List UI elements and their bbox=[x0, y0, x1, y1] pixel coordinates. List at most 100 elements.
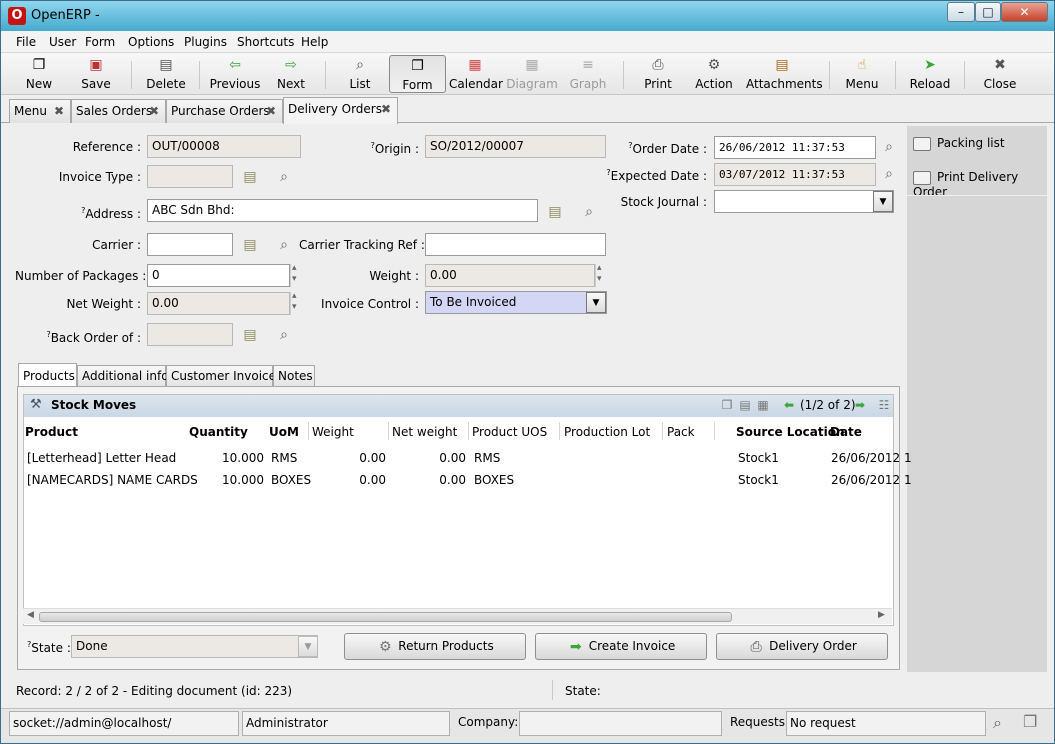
document-icon[interactable]: ❐ bbox=[1023, 712, 1037, 731]
menu-user[interactable]: User bbox=[49, 35, 76, 49]
arrow-right-icon[interactable]: ➡ bbox=[853, 398, 867, 412]
expected-date-field[interactable]: 03/07/2012 11:37:53 bbox=[714, 163, 876, 186]
column-header-source-location[interactable]: Source Location bbox=[736, 425, 845, 439]
attachments-button[interactable]: ▤ Attachments bbox=[746, 55, 823, 93]
net-weight-field[interactable]: 0.00 bbox=[147, 292, 290, 315]
scrollbar-thumb[interactable] bbox=[39, 612, 732, 622]
trash-icon[interactable]: ▦ bbox=[756, 398, 770, 412]
back-order-of-field[interactable] bbox=[147, 323, 233, 346]
stock-moves-header: ⚒ Stock Moves ❐ ▤ ▦ ⬅ (1/2 of 2) ➡ ☷ bbox=[24, 395, 893, 417]
column-header-product[interactable]: Product bbox=[25, 425, 78, 439]
tab-products[interactable]: Products bbox=[18, 363, 77, 386]
chevron-down-icon[interactable]: ▼ bbox=[873, 191, 893, 212]
scroll-right-arrow-icon[interactable]: ▶ bbox=[878, 610, 885, 620]
arrow-left-icon[interactable]: ⬅ bbox=[782, 398, 796, 412]
column-header-net-weight[interactable]: Net weight bbox=[392, 425, 457, 439]
number-of-packages-spinner[interactable] bbox=[290, 263, 301, 287]
return-products-button[interactable]: ⚙ Return Products bbox=[344, 633, 526, 660]
folder-open-icon[interactable]: ▤ bbox=[738, 398, 752, 412]
folder-open-icon[interactable]: ▤ bbox=[240, 236, 260, 254]
save-button[interactable]: ▣ Save bbox=[75, 55, 117, 93]
previous-button[interactable]: ⇦ Previous bbox=[209, 55, 261, 93]
column-header-uom[interactable]: UoM bbox=[269, 425, 299, 439]
tab-additional-info[interactable]: Additional info bbox=[77, 365, 169, 387]
form-view-button[interactable]: ❐ Form bbox=[389, 55, 446, 93]
column-header-production-lot[interactable]: Production Lot bbox=[564, 425, 650, 439]
tab-customer-invoices[interactable]: Customer Invoices bbox=[166, 365, 282, 387]
packing-list-button[interactable]: Packing list bbox=[913, 136, 1005, 151]
new-button[interactable]: ❐ New bbox=[19, 55, 59, 93]
reference-field[interactable]: OUT/00008 bbox=[147, 135, 301, 158]
reload-button[interactable]: ➤ Reload bbox=[909, 55, 951, 93]
delete-button[interactable]: ▤ Delete bbox=[143, 55, 189, 93]
invoice-control-select[interactable]: To Be Invoiced bbox=[425, 291, 607, 314]
column-header-product-uos[interactable]: Product UOS bbox=[472, 425, 547, 439]
search-icon[interactable]: ⌕ bbox=[274, 326, 294, 344]
net-weight-spinner[interactable] bbox=[290, 291, 301, 315]
menu-help[interactable]: Help bbox=[301, 35, 328, 49]
tab-close-icon[interactable]: ✖ bbox=[381, 98, 391, 120]
create-invoice-button[interactable]: ➡ Create Invoice bbox=[535, 633, 707, 660]
carrier-field[interactable] bbox=[147, 233, 233, 256]
menu-options[interactable]: Options bbox=[128, 35, 174, 49]
chevron-down-icon[interactable]: ▼ bbox=[298, 636, 318, 657]
list-view-button[interactable]: ⌕ List bbox=[341, 55, 379, 93]
number-of-packages-field[interactable]: 0 bbox=[147, 264, 290, 287]
search-icon[interactable]: ⌕ bbox=[993, 713, 1002, 733]
search-icon[interactable]: ⌕ bbox=[579, 203, 599, 221]
document-icon[interactable]: ☷ bbox=[877, 398, 891, 412]
horizontal-scrollbar[interactable]: ◀ ▶ bbox=[23, 608, 892, 624]
action-button[interactable]: ⚙ Action bbox=[693, 55, 735, 93]
tab-close-icon[interactable]: ✖ bbox=[266, 100, 276, 122]
tab-close-icon[interactable]: ✖ bbox=[149, 100, 159, 122]
chevron-down-icon[interactable]: ▼ bbox=[586, 292, 606, 313]
address-field[interactable]: ABC Sdn Bhd: bbox=[147, 199, 538, 222]
menu-button[interactable]: ☝ Menu bbox=[843, 55, 881, 93]
search-icon[interactable]: ⌕ bbox=[274, 236, 294, 254]
weight-field[interactable]: 0.00 bbox=[425, 264, 595, 287]
tools-icon: ⚒ bbox=[30, 397, 42, 412]
minimize-button[interactable]: – bbox=[947, 2, 975, 22]
column-header-quantity[interactable]: Quantity bbox=[189, 425, 248, 439]
print-button[interactable]: ⎙ Print bbox=[639, 55, 677, 93]
tab-notes[interactable]: Notes bbox=[273, 365, 315, 387]
new-record-icon[interactable]: ❐ bbox=[720, 398, 734, 412]
menu-form[interactable]: Form bbox=[85, 35, 115, 49]
column-header-date[interactable]: Date bbox=[830, 425, 862, 439]
state-select[interactable]: Done bbox=[71, 635, 318, 658]
carrier-tracking-ref-field[interactable] bbox=[425, 233, 606, 256]
next-button[interactable]: ⇨ Next bbox=[271, 55, 311, 93]
calendar-view-button[interactable]: ▦ Calendar bbox=[449, 55, 503, 93]
order-date-field[interactable]: 26/06/2012 11:37:53 bbox=[714, 136, 876, 159]
tab-menu[interactable]: Menu ✖ bbox=[9, 99, 71, 123]
scroll-left-arrow-icon[interactable]: ◀ bbox=[27, 610, 34, 620]
menu-plugins[interactable]: Plugins bbox=[184, 35, 227, 49]
origin-field[interactable]: SO/2012/00007 bbox=[425, 135, 606, 158]
tab-purchase-orders[interactable]: Purchase Orders ✖ bbox=[166, 99, 283, 123]
maximize-button[interactable]: □ bbox=[975, 2, 1001, 22]
column-header-pack[interactable]: Pack bbox=[667, 425, 695, 439]
invoice-type-field[interactable] bbox=[147, 165, 233, 188]
search-icon[interactable]: ⌕ bbox=[274, 168, 294, 186]
folder-open-icon[interactable]: ▤ bbox=[240, 326, 260, 344]
folder-open-icon[interactable]: ▤ bbox=[545, 203, 565, 221]
zoom-icon[interactable]: ⌕ bbox=[879, 138, 899, 156]
title-bar: O OpenERP - – □ ✕ bbox=[1, 1, 1054, 31]
close-button[interactable]: ✖ Close bbox=[981, 55, 1019, 93]
graph-view-button[interactable]: ≡ Graph bbox=[567, 55, 609, 93]
tab-delivery-orders[interactable]: Delivery Orders ✖ bbox=[283, 97, 398, 124]
zoom-icon[interactable]: ⌕ bbox=[879, 165, 899, 183]
tab-menu-label: Menu bbox=[14, 104, 47, 118]
diagram-view-button[interactable]: ▦ Diagram bbox=[506, 55, 558, 93]
window-close-button[interactable]: ✕ bbox=[1001, 2, 1048, 22]
tab-sales-orders[interactable]: Sales Orders ✖ bbox=[71, 99, 166, 123]
tab-close-icon[interactable]: ✖ bbox=[54, 100, 64, 122]
folder-open-icon[interactable]: ▤ bbox=[240, 168, 260, 186]
column-header-weight[interactable]: Weight bbox=[312, 425, 354, 439]
stock-journal-select[interactable] bbox=[714, 190, 894, 213]
weight-spinner[interactable] bbox=[595, 263, 606, 287]
menu-shortcuts[interactable]: Shortcuts bbox=[237, 35, 294, 49]
company-field bbox=[519, 711, 722, 736]
delivery-order-button[interactable]: ⎙ Delivery Order bbox=[716, 633, 888, 660]
menu-file[interactable]: File bbox=[16, 35, 36, 49]
